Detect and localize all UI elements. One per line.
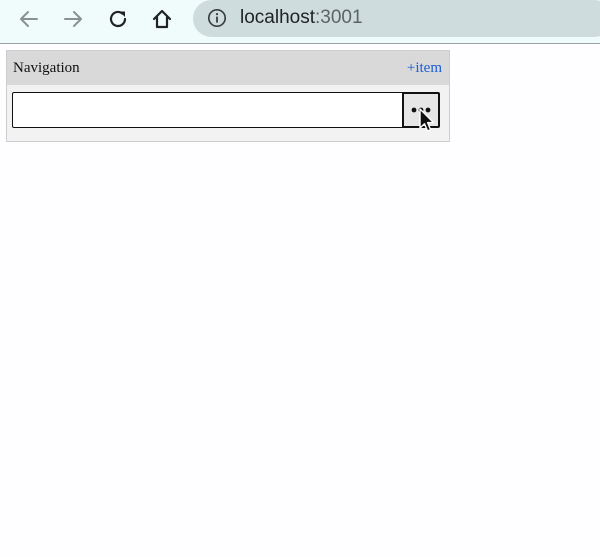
url-port: :3001: [315, 7, 363, 28]
panel-title: Navigation: [13, 60, 80, 76]
arrow-left-icon: [20, 11, 38, 27]
info-circle-icon[interactable]: [207, 8, 227, 28]
browser-toolbar: localhost:3001: [0, 0, 600, 44]
reload-button[interactable]: [103, 4, 133, 34]
address-bar[interactable]: localhost:3001: [193, 0, 600, 37]
navigation-panel: Navigation +item: [6, 50, 450, 142]
list-item: [12, 92, 440, 130]
url-text[interactable]: localhost:3001: [240, 6, 363, 30]
arrow-right-icon: [64, 11, 82, 27]
panel-header: Navigation +item: [7, 51, 449, 85]
add-item-link[interactable]: +item: [407, 60, 442, 77]
reload-icon: [109, 10, 127, 28]
item-input[interactable]: [12, 92, 402, 128]
forward-button[interactable]: [58, 4, 88, 34]
more-options-button[interactable]: [402, 92, 440, 128]
home-icon: [152, 9, 172, 29]
home-button[interactable]: [147, 4, 177, 34]
ellipsis-icon: [411, 107, 431, 113]
back-button[interactable]: [14, 4, 44, 34]
url-host: localhost: [240, 7, 315, 28]
